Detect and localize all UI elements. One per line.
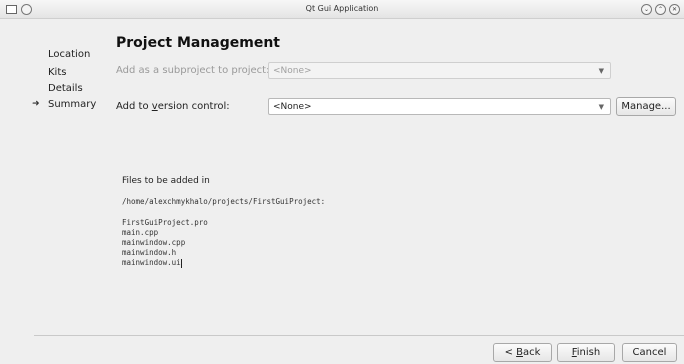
subproject-combo: <None> ▼ bbox=[268, 62, 611, 79]
window-controls: ⌄ ⌃ ✕ bbox=[641, 4, 680, 15]
files-heading: Files to be added in bbox=[122, 176, 210, 186]
back-mnemonic: B bbox=[516, 347, 523, 358]
cancel-button[interactable]: Cancel bbox=[622, 343, 677, 362]
file-list-item: FirstGuiProject.pro bbox=[122, 218, 208, 227]
step-summary: Summary bbox=[48, 99, 97, 110]
back-label-1: < bbox=[504, 347, 517, 358]
step-location: Location bbox=[48, 49, 91, 60]
subproject-combo-value: <None> bbox=[273, 66, 312, 76]
vc-label-text-2: ersion control: bbox=[157, 101, 230, 112]
version-control-combo-value: <None> bbox=[273, 102, 312, 112]
page-title: Project Management bbox=[116, 35, 280, 51]
maximize-icon[interactable]: ⌃ bbox=[655, 4, 666, 15]
window-title: Qt Gui Application bbox=[305, 4, 379, 13]
file-list-item-last: mainwindow.ui bbox=[122, 258, 208, 268]
vc-label-text-1: Add to bbox=[116, 101, 152, 112]
chevron-down-icon: ▼ bbox=[598, 67, 604, 75]
finish-label: inish bbox=[576, 347, 601, 358]
minimize-icon[interactable]: ⌄ bbox=[641, 4, 652, 15]
text-cursor bbox=[180, 258, 182, 268]
back-button[interactable]: < Back bbox=[493, 343, 552, 362]
step-details: Details bbox=[48, 83, 83, 94]
current-step-arrow-icon: ➜ bbox=[32, 99, 40, 109]
version-control-label: Add to version control: bbox=[116, 101, 230, 112]
chevron-down-icon: ▼ bbox=[598, 103, 604, 111]
manage-button[interactable]: Manage... bbox=[616, 97, 676, 116]
file-list-item-text: mainwindow.ui bbox=[122, 258, 181, 267]
file-list-item: main.cpp bbox=[122, 228, 159, 237]
file-list-item: mainwindow.h bbox=[122, 248, 177, 257]
title-bar: Qt Gui Application ⌄ ⌃ ✕ bbox=[0, 0, 684, 19]
subproject-label: Add as a subproject to project: bbox=[116, 65, 270, 76]
version-control-combo[interactable]: <None> ▼ bbox=[268, 98, 611, 115]
finish-button[interactable]: Finish bbox=[557, 343, 615, 362]
back-label-2: ack bbox=[523, 347, 541, 358]
step-kits: Kits bbox=[48, 67, 67, 78]
file-list-item: mainwindow.cpp bbox=[122, 238, 186, 247]
project-path: /home/alexchmykhalo/projects/FirstGuiPro… bbox=[122, 197, 326, 206]
button-divider bbox=[34, 335, 684, 336]
file-list: FirstGuiProject.pro main.cpp mainwindow.… bbox=[122, 218, 208, 268]
close-icon[interactable]: ✕ bbox=[669, 4, 680, 15]
